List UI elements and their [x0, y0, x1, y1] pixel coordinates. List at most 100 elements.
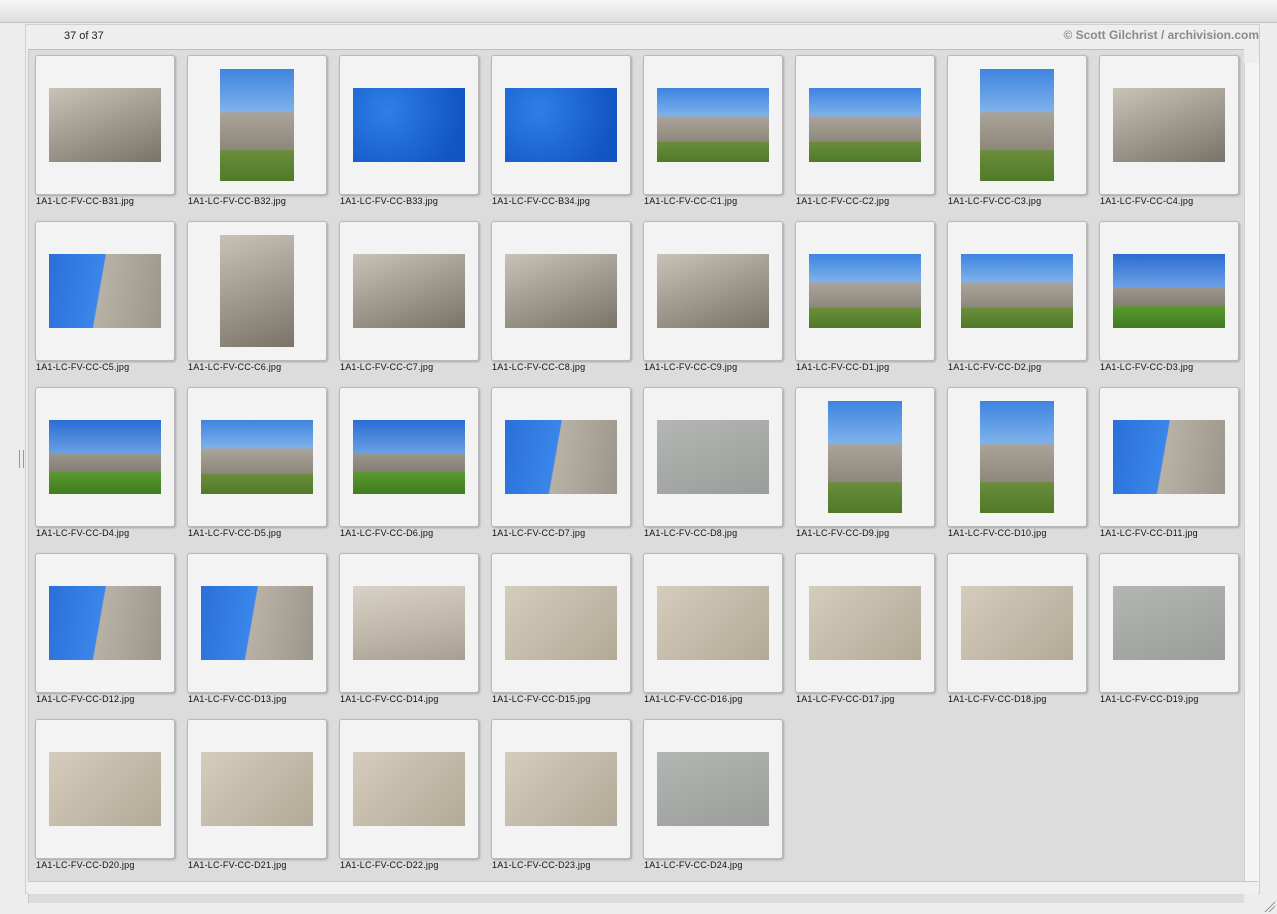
thumbnail-item[interactable]: 1A1-LC-FV-CC-D16.jpg — [641, 553, 793, 719]
slide-mount[interactable] — [947, 387, 1087, 527]
thumbnail-image[interactable] — [49, 586, 161, 660]
slide-mount[interactable] — [947, 221, 1087, 361]
thumbnail-item[interactable]: 1A1-LC-FV-CC-D18.jpg — [945, 553, 1097, 719]
thumbnail-image[interactable] — [1113, 254, 1225, 328]
slide-mount[interactable] — [1099, 55, 1239, 195]
slide-mount[interactable] — [491, 221, 631, 361]
thumbnail-image[interactable] — [657, 254, 769, 328]
thumbnail-image[interactable] — [657, 586, 769, 660]
thumbnail-image[interactable] — [49, 752, 161, 826]
thumbnail-image[interactable] — [49, 254, 161, 328]
thumbnail-item[interactable]: 1A1-LC-FV-CC-C4.jpg — [1097, 55, 1249, 221]
thumbnail-item[interactable]: 1A1-LC-FV-CC-D4.jpg — [33, 387, 185, 553]
slide-mount[interactable] — [187, 221, 327, 361]
thumbnail-item[interactable]: 1A1-LC-FV-CC-D5.jpg — [185, 387, 337, 553]
slide-mount[interactable] — [947, 553, 1087, 693]
resize-grip-icon[interactable] — [1263, 900, 1275, 912]
slide-mount[interactable] — [35, 387, 175, 527]
slide-mount[interactable] — [795, 55, 935, 195]
thumbnail-image[interactable] — [505, 254, 617, 328]
thumbnail-item[interactable]: 1A1-LC-FV-CC-D15.jpg — [489, 553, 641, 719]
thumbnail-item[interactable]: 1A1-LC-FV-CC-D23.jpg — [489, 719, 641, 885]
thumbnail-image[interactable] — [201, 420, 313, 494]
horizontal-scrollbar[interactable] — [28, 881, 1258, 894]
thumbnail-item[interactable]: 1A1-LC-FV-CC-C5.jpg — [33, 221, 185, 387]
thumbnail-item[interactable]: 1A1-LC-FV-CC-D3.jpg — [1097, 221, 1249, 387]
slide-mount[interactable] — [795, 387, 935, 527]
slide-mount[interactable] — [795, 221, 935, 361]
thumbnail-item[interactable]: 1A1-LC-FV-CC-B34.jpg — [489, 55, 641, 221]
slide-mount[interactable] — [1099, 221, 1239, 361]
slide-mount[interactable] — [643, 553, 783, 693]
slide-mount[interactable] — [339, 55, 479, 195]
thumbnail-item[interactable]: 1A1-LC-FV-CC-D7.jpg — [489, 387, 641, 553]
thumbnail-image[interactable] — [657, 420, 769, 494]
thumbnail-image[interactable] — [353, 752, 465, 826]
slide-mount[interactable] — [1099, 387, 1239, 527]
thumbnail-image[interactable] — [201, 752, 313, 826]
thumbnail-image[interactable] — [809, 254, 921, 328]
thumbnail-item[interactable]: 1A1-LC-FV-CC-C8.jpg — [489, 221, 641, 387]
slide-mount[interactable] — [643, 55, 783, 195]
thumbnail-item[interactable]: 1A1-LC-FV-CC-B32.jpg — [185, 55, 337, 221]
thumbnail-item[interactable]: 1A1-LC-FV-CC-D9.jpg — [793, 387, 945, 553]
slide-mount[interactable] — [643, 719, 783, 859]
thumbnail-item[interactable]: 1A1-LC-FV-CC-C2.jpg — [793, 55, 945, 221]
thumbnail-item[interactable]: 1A1-LC-FV-CC-D12.jpg — [33, 553, 185, 719]
thumbnail-item[interactable]: 1A1-LC-FV-CC-C3.jpg — [945, 55, 1097, 221]
thumbnail-image[interactable] — [1113, 586, 1225, 660]
slide-mount[interactable] — [35, 719, 175, 859]
thumbnail-image[interactable] — [657, 752, 769, 826]
thumbnail-item[interactable]: 1A1-LC-FV-CC-C7.jpg — [337, 221, 489, 387]
thumbnail-image[interactable] — [353, 420, 465, 494]
thumbnail-image[interactable] — [353, 586, 465, 660]
slide-mount[interactable] — [1099, 553, 1239, 693]
slide-mount[interactable] — [643, 387, 783, 527]
thumbnail-image[interactable] — [980, 69, 1054, 181]
thumbnail-image[interactable] — [809, 586, 921, 660]
thumbnail-item[interactable]: 1A1-LC-FV-CC-D6.jpg — [337, 387, 489, 553]
vertical-scrollbar[interactable] — [1244, 63, 1259, 881]
thumbnail-item[interactable]: 1A1-LC-FV-CC-D21.jpg — [185, 719, 337, 885]
thumbnail-image[interactable] — [353, 88, 465, 162]
thumbnail-item[interactable]: 1A1-LC-FV-CC-D1.jpg — [793, 221, 945, 387]
thumbnail-item[interactable]: 1A1-LC-FV-CC-C6.jpg — [185, 221, 337, 387]
slide-mount[interactable] — [35, 553, 175, 693]
slide-mount[interactable] — [947, 55, 1087, 195]
slide-mount[interactable] — [35, 221, 175, 361]
thumbnail-item[interactable]: 1A1-LC-FV-CC-D24.jpg — [641, 719, 793, 885]
thumbnail-image[interactable] — [505, 420, 617, 494]
slide-mount[interactable] — [491, 553, 631, 693]
thumbnail-image[interactable] — [505, 752, 617, 826]
thumbnail-item[interactable]: 1A1-LC-FV-CC-B31.jpg — [33, 55, 185, 221]
thumbnail-item[interactable]: 1A1-LC-FV-CC-D11.jpg — [1097, 387, 1249, 553]
thumbnail-item[interactable]: 1A1-LC-FV-CC-D22.jpg — [337, 719, 489, 885]
slide-mount[interactable] — [339, 719, 479, 859]
thumbnail-image[interactable] — [980, 401, 1054, 513]
slide-mount[interactable] — [643, 221, 783, 361]
slide-mount[interactable] — [187, 387, 327, 527]
thumbnail-item[interactable]: 1A1-LC-FV-CC-C9.jpg — [641, 221, 793, 387]
thumbnail-image[interactable] — [353, 254, 465, 328]
thumbnail-item[interactable]: 1A1-LC-FV-CC-C1.jpg — [641, 55, 793, 221]
slide-mount[interactable] — [187, 55, 327, 195]
thumbnail-image[interactable] — [1113, 88, 1225, 162]
thumbnail-item[interactable]: 1A1-LC-FV-CC-D10.jpg — [945, 387, 1097, 553]
thumbnail-image[interactable] — [828, 401, 902, 513]
thumbnail-image[interactable] — [1113, 420, 1225, 494]
thumbnail-image[interactable] — [505, 586, 617, 660]
slide-mount[interactable] — [491, 55, 631, 195]
thumbnail-image[interactable] — [505, 88, 617, 162]
thumbnail-image[interactable] — [49, 88, 161, 162]
thumbnail-image[interactable] — [961, 254, 1073, 328]
slide-mount[interactable] — [795, 553, 935, 693]
sidebar-drag-handle[interactable] — [19, 450, 24, 468]
slide-mount[interactable] — [491, 719, 631, 859]
slide-mount[interactable] — [339, 553, 479, 693]
slide-mount[interactable] — [339, 221, 479, 361]
slide-mount[interactable] — [35, 55, 175, 195]
slide-mount[interactable] — [187, 719, 327, 859]
slide-mount[interactable] — [187, 553, 327, 693]
thumbnail-image[interactable] — [961, 586, 1073, 660]
thumbnail-image[interactable] — [220, 235, 294, 347]
